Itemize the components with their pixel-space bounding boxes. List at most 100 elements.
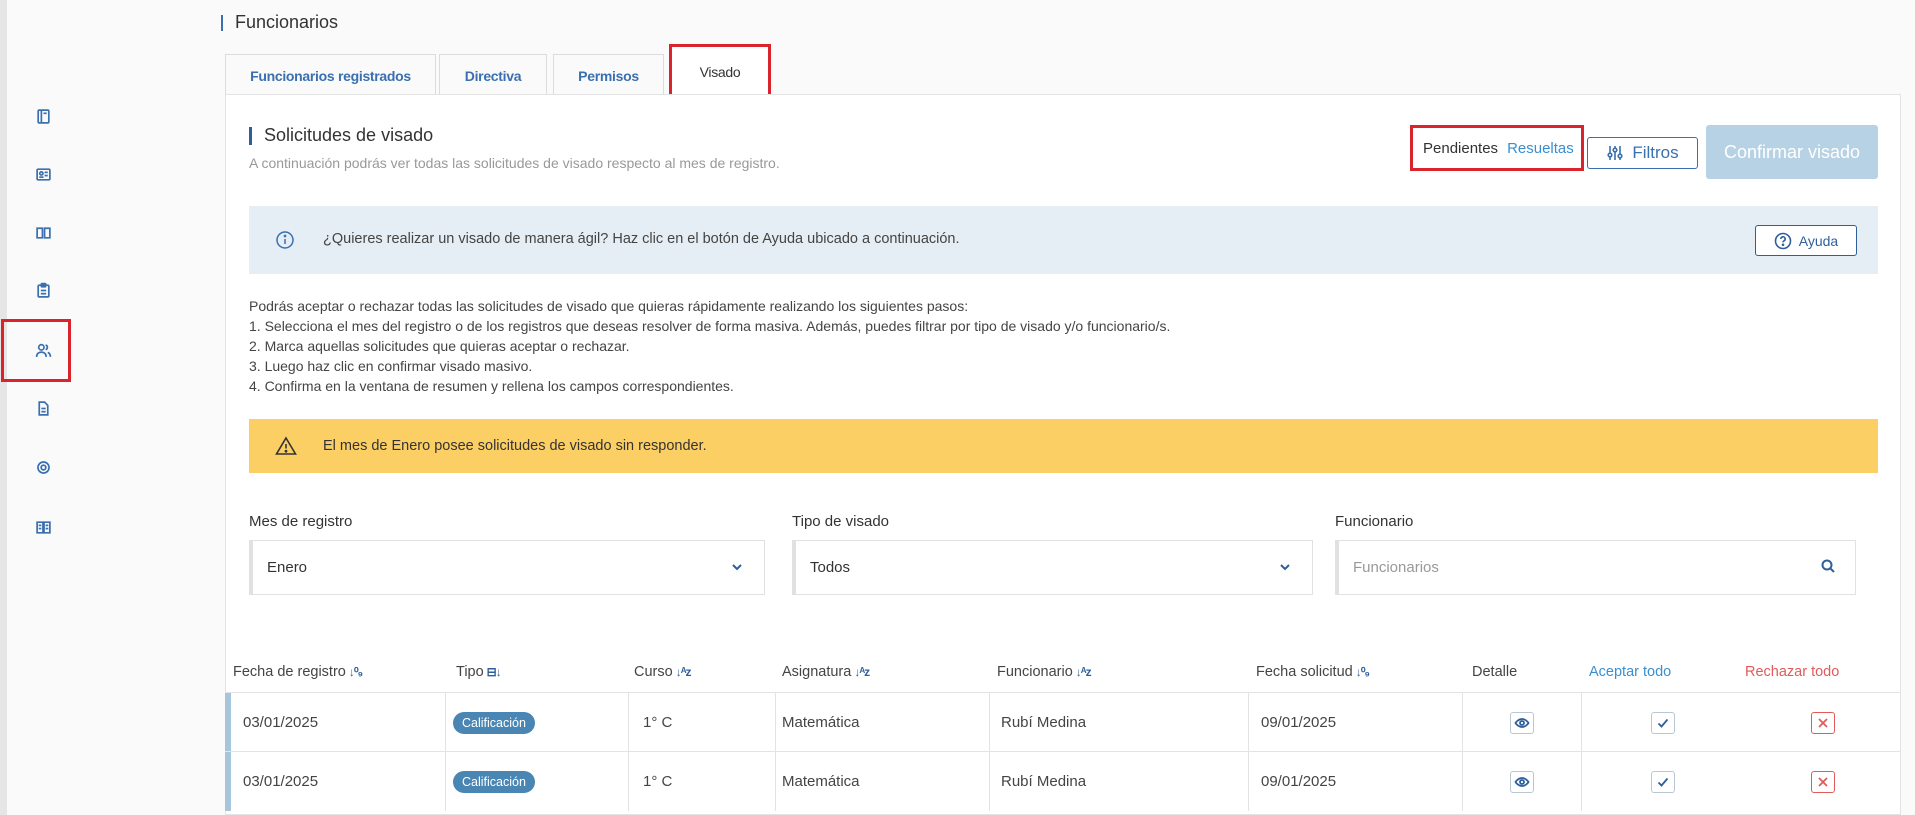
cell-fecha-solicitud: 09/01/2025	[1249, 693, 1463, 752]
cell-curso: 1° C	[629, 693, 776, 752]
instructions-step-1: 1. Selecciona el mes del registro o de l…	[249, 318, 1171, 334]
header-tipo[interactable]: Tipo ⊟↓	[456, 664, 502, 680]
page-title: Funcionarios	[235, 12, 339, 32]
header-fecha-registro[interactable]: Fecha de registro ↓⁰₉	[233, 664, 363, 680]
header-curso[interactable]: Curso ↓ᴬz	[634, 664, 692, 680]
search-icon[interactable]	[1821, 559, 1835, 573]
cell-detalle	[1463, 693, 1582, 752]
staff-search-input[interactable]	[1353, 559, 1733, 576]
warning-banner: El mes de Enero posee solicitudes de vis…	[249, 419, 1878, 473]
sort-alpha-icon: ↓ᴬz	[675, 665, 692, 679]
type-select[interactable]: Todos	[792, 540, 1313, 595]
staff-label: Funcionario	[1335, 513, 1414, 530]
sort-alpha-icon: ↓ᴬz	[1075, 665, 1092, 679]
view-detail-button[interactable]	[1510, 770, 1534, 793]
month-value: Enero	[267, 559, 308, 576]
tab-visado[interactable]: Visado	[669, 44, 771, 96]
section-accent	[249, 126, 252, 145]
cell-fecha-registro: 03/01/2025	[231, 752, 446, 811]
tab-directiva[interactable]: Directiva	[439, 54, 547, 96]
type-value: Todos	[810, 559, 851, 576]
cell-fecha-solicitud: 09/01/2025	[1249, 752, 1463, 811]
sort-numeric-icon: ↓⁰₉	[348, 665, 363, 679]
cell-detalle	[1463, 752, 1582, 811]
cell-rechazar	[1744, 752, 1901, 811]
instructions-intro: Podrás aceptar o rechazar todas las soli…	[249, 298, 969, 314]
view-detail-button[interactable]	[1510, 711, 1534, 734]
cell-tipo: Calificación	[446, 752, 629, 811]
cell-funcionario: Rubí Medina	[990, 752, 1249, 811]
cell-rechazar	[1744, 693, 1901, 752]
sort-numeric-icon: ↓⁰₉	[1355, 665, 1370, 679]
tab-funcionarios-registrados[interactable]: Funcionarios registrados	[225, 54, 436, 96]
help-label: Ayuda	[1798, 232, 1839, 249]
section-title: Solicitudes de visado	[264, 125, 434, 145]
section-header: Solicitudes de visado	[249, 125, 433, 146]
chevron-down-icon	[1278, 560, 1292, 574]
cell-tipo: Calificación	[446, 693, 629, 752]
header-asignatura-label: Asignatura	[782, 664, 852, 680]
page-header: Funcionarios	[221, 12, 338, 33]
filters-label: Filtros	[1632, 143, 1679, 162]
filters-button[interactable]: Filtros	[1587, 137, 1698, 169]
accept-checkbox[interactable]	[1651, 770, 1675, 793]
close-icon	[1817, 717, 1828, 728]
cell-asignatura: Matemática	[776, 752, 990, 811]
staff-search-field[interactable]	[1335, 540, 1856, 595]
eye-icon	[1514, 776, 1530, 787]
status-toggle: Pendientes Resueltas	[1410, 125, 1584, 171]
warning-text: El mes de Enero posee solicitudes de vis…	[323, 438, 707, 454]
info-icon	[275, 230, 295, 250]
header-curso-label: Curso	[634, 664, 673, 680]
accept-checkbox[interactable]	[1651, 711, 1675, 734]
help-button[interactable]: Ayuda	[1755, 225, 1857, 256]
title-accent	[221, 14, 223, 31]
instructions-step-2: 2. Marca aquellas solicitudes que quiera…	[249, 338, 630, 354]
header-detalle: Detalle	[1472, 664, 1518, 680]
header-asignatura[interactable]: Asignatura ↓ᴬz	[782, 664, 870, 680]
header-funcionario-label: Funcionario	[997, 664, 1073, 680]
reject-all-link[interactable]: Rechazar todo	[1745, 664, 1839, 680]
header-fecha-solicitud[interactable]: Fecha solicitud ↓⁰₉	[1256, 664, 1370, 680]
cell-fecha-registro: 03/01/2025	[231, 693, 446, 752]
table-row: 03/01/2025 Calificación 1° C Matemática …	[225, 692, 1901, 752]
header-fecha-registro-label: Fecha de registro	[233, 664, 346, 680]
chevron-down-icon	[730, 560, 744, 574]
cell-curso: 1° C	[629, 752, 776, 811]
header-tipo-label: Tipo	[456, 664, 484, 680]
close-icon	[1817, 776, 1828, 787]
info-banner: ¿Quieres realizar un visado de manera ág…	[249, 206, 1878, 274]
sliders-icon	[1607, 146, 1623, 160]
type-badge: Calificación	[453, 711, 535, 734]
check-icon	[1657, 718, 1669, 728]
sort-alpha-icon: ↓ᴬz	[854, 665, 870, 679]
cell-asignatura: Matemática	[776, 693, 990, 752]
type-badge: Calificación	[453, 770, 535, 793]
toggle-resolved[interactable]: Resueltas	[1507, 140, 1574, 157]
instructions: Podrás aceptar o rechazar todas las soli…	[249, 296, 1170, 396]
reject-checkbox[interactable]	[1810, 770, 1835, 793]
instructions-step-3: 3. Luego haz clic en confirmar visado ma…	[249, 358, 533, 374]
main-content: Funcionarios Funcionarios registrados Di…	[0, 0, 1915, 815]
warning-icon	[275, 436, 297, 456]
tab-permisos[interactable]: Permisos	[553, 54, 664, 96]
question-icon	[1774, 232, 1792, 249]
table-body: 03/01/2025 Calificación 1° C Matemática …	[225, 692, 1901, 815]
cell-aceptar	[1582, 693, 1744, 752]
accept-all-link[interactable]: Aceptar todo	[1589, 664, 1671, 680]
check-icon	[1657, 777, 1669, 787]
confirm-visado-button[interactable]: Confirmar visado	[1706, 125, 1878, 179]
info-text: ¿Quieres realizar un visado de manera ág…	[323, 231, 960, 247]
header-funcionario[interactable]: Funcionario ↓ᴬz	[997, 664, 1092, 680]
cell-aceptar	[1582, 752, 1744, 811]
type-label: Tipo de visado	[792, 513, 890, 530]
reject-checkbox[interactable]	[1810, 711, 1835, 734]
sort-icon: ⊟↓	[486, 665, 502, 679]
instructions-step-4: 4. Confirma en la ventana de resumen y r…	[249, 378, 734, 394]
toggle-pending[interactable]: Pendientes	[1423, 140, 1498, 157]
eye-icon	[1514, 717, 1530, 728]
month-select[interactable]: Enero	[249, 540, 765, 595]
cell-funcionario: Rubí Medina	[990, 693, 1249, 752]
month-label: Mes de registro	[249, 513, 353, 530]
section-subtitle: A continuación podrás ver todas las soli…	[249, 155, 780, 171]
